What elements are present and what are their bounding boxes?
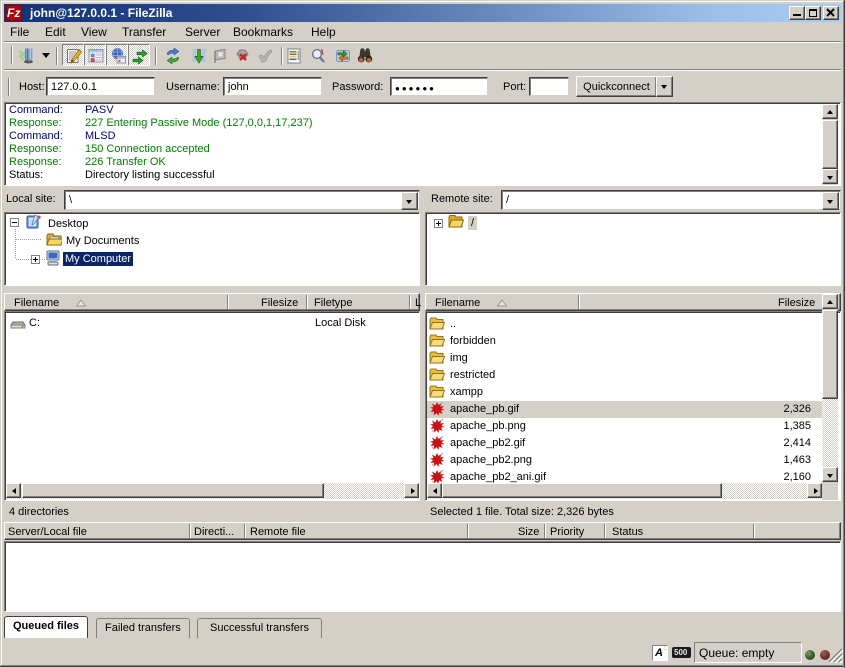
svg-text:Fz: Fz xyxy=(7,6,20,20)
